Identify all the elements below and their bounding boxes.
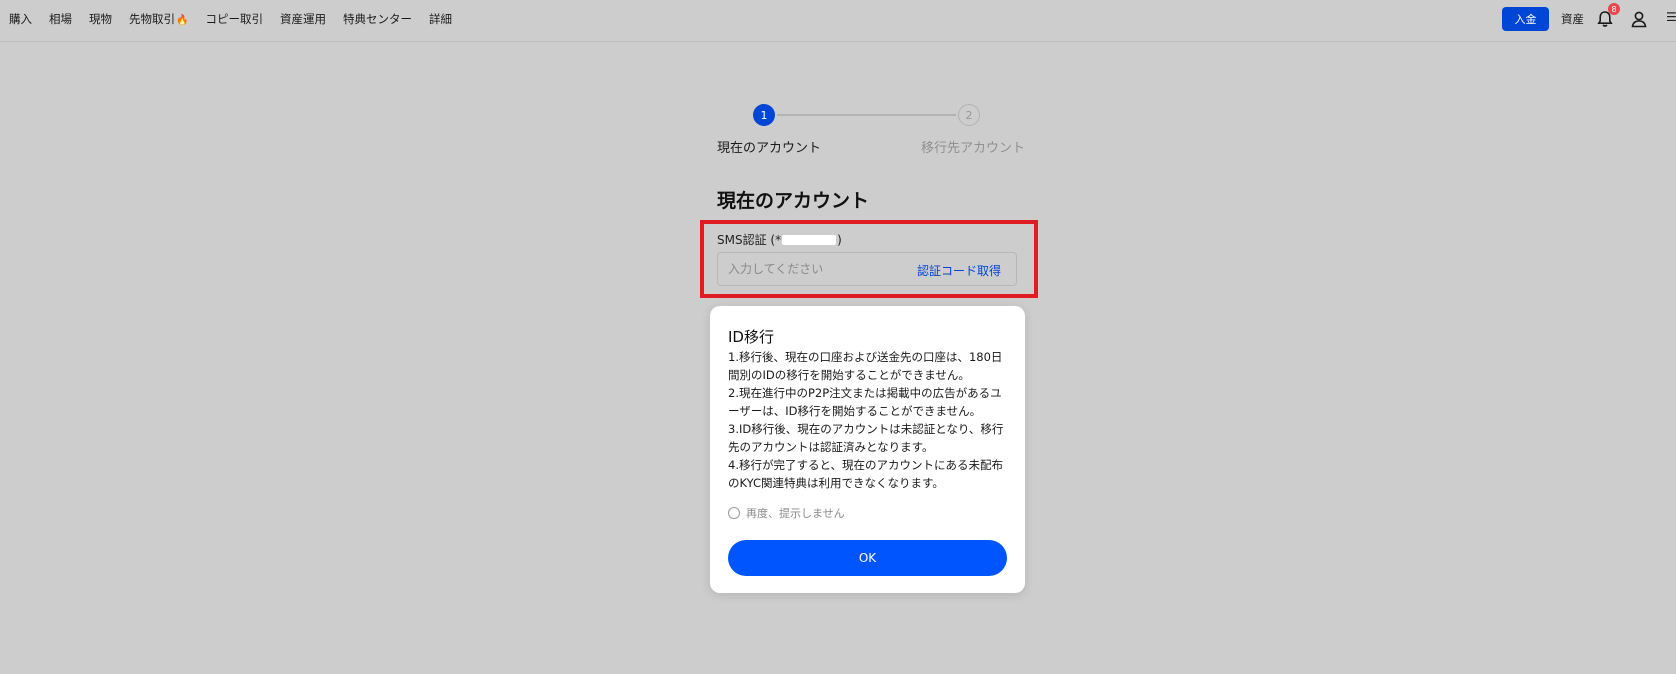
step-1-indicator: 1	[753, 104, 775, 126]
deposit-button[interactable]: 入金	[1502, 7, 1549, 31]
nav-item-rewards-center[interactable]: 特典センター	[343, 11, 412, 27]
header-tools: 入金 資産 8 ☰	[1502, 0, 1676, 38]
sms-code-field: 認証コード取得	[717, 252, 1017, 286]
sms-label-suffix: )	[837, 232, 842, 247]
nav-item-markets[interactable]: 相場	[49, 11, 72, 27]
step-2-indicator: 2	[958, 104, 980, 126]
sms-label-prefix: SMS認証 (*	[717, 233, 782, 247]
nav-item-spot[interactable]: 現物	[89, 11, 112, 27]
sms-verification-label: SMS認証 (*)	[717, 231, 842, 248]
page-title: 現在のアカウント	[717, 190, 870, 212]
modal-title: ID移行	[728, 328, 774, 346]
top-nav-bar: 購入 相場 現物 先物取引🔥 コピー取引 資産運用 特典センター 詳細 入金 資…	[0, 0, 1676, 42]
step-2-label: 移行先アカウント	[921, 141, 1026, 156]
nav-item-buy[interactable]: 購入	[9, 11, 32, 27]
nav-item-futures-label: 先物取引	[129, 12, 175, 26]
ok-button[interactable]: OK	[728, 540, 1007, 576]
more-menu-icon[interactable]: ☰	[1666, 10, 1676, 28]
assets-link[interactable]: 資産	[1561, 11, 1584, 27]
nav-item-futures[interactable]: 先物取引🔥	[129, 11, 188, 27]
modal-paragraph: 2.現在進行中のP2P注文または掲載中の広告があるユーザーは、ID移行を開始する…	[728, 386, 1002, 418]
dont-show-again-option[interactable]: 再度、提示しません	[728, 505, 845, 521]
dont-show-again-radio[interactable]	[728, 507, 740, 519]
notification-badge: 8	[1608, 3, 1620, 15]
main-nav: 購入 相場 現物 先物取引🔥 コピー取引 資産運用 特典センター 詳細	[9, 0, 469, 38]
nav-item-copy-trading[interactable]: コピー取引	[205, 11, 263, 27]
masked-phone-number	[782, 234, 837, 245]
fire-icon: 🔥	[176, 15, 189, 26]
user-profile-icon	[1631, 11, 1647, 28]
notification-bell-icon[interactable]: 8	[1596, 3, 1620, 28]
modal-paragraph: 4.移行が完了すると、現在のアカウントにある未配布のKYC関連特典は利用できなく…	[728, 458, 1004, 490]
dont-show-again-label: 再度、提示しません	[746, 507, 845, 520]
id-migration-modal: ID移行 1.移行後、現在の口座および送金先の口座は、180日間別のIDの移行を…	[710, 306, 1025, 593]
step-1-label: 現在のアカウント	[717, 141, 822, 156]
modal-paragraph: 1.移行後、現在の口座および送金先の口座は、180日間別のIDの移行を開始するこ…	[728, 350, 1003, 382]
nav-item-earn[interactable]: 資産運用	[280, 11, 326, 27]
modal-paragraph: 3.ID移行後、現在のアカウントは未認証となり、移行先のアカウントは認証済みとな…	[728, 422, 1004, 454]
modal-body: 1.移行後、現在の口座および送金先の口座は、180日間別のIDの移行を開始するこ…	[728, 348, 1010, 492]
nav-item-more[interactable]: 詳細	[429, 11, 452, 27]
user-icon[interactable]	[1630, 10, 1648, 28]
step-connector	[777, 114, 956, 116]
get-verification-code-button[interactable]: 認証コード取得	[917, 262, 1001, 279]
sms-code-input[interactable]	[728, 253, 908, 285]
